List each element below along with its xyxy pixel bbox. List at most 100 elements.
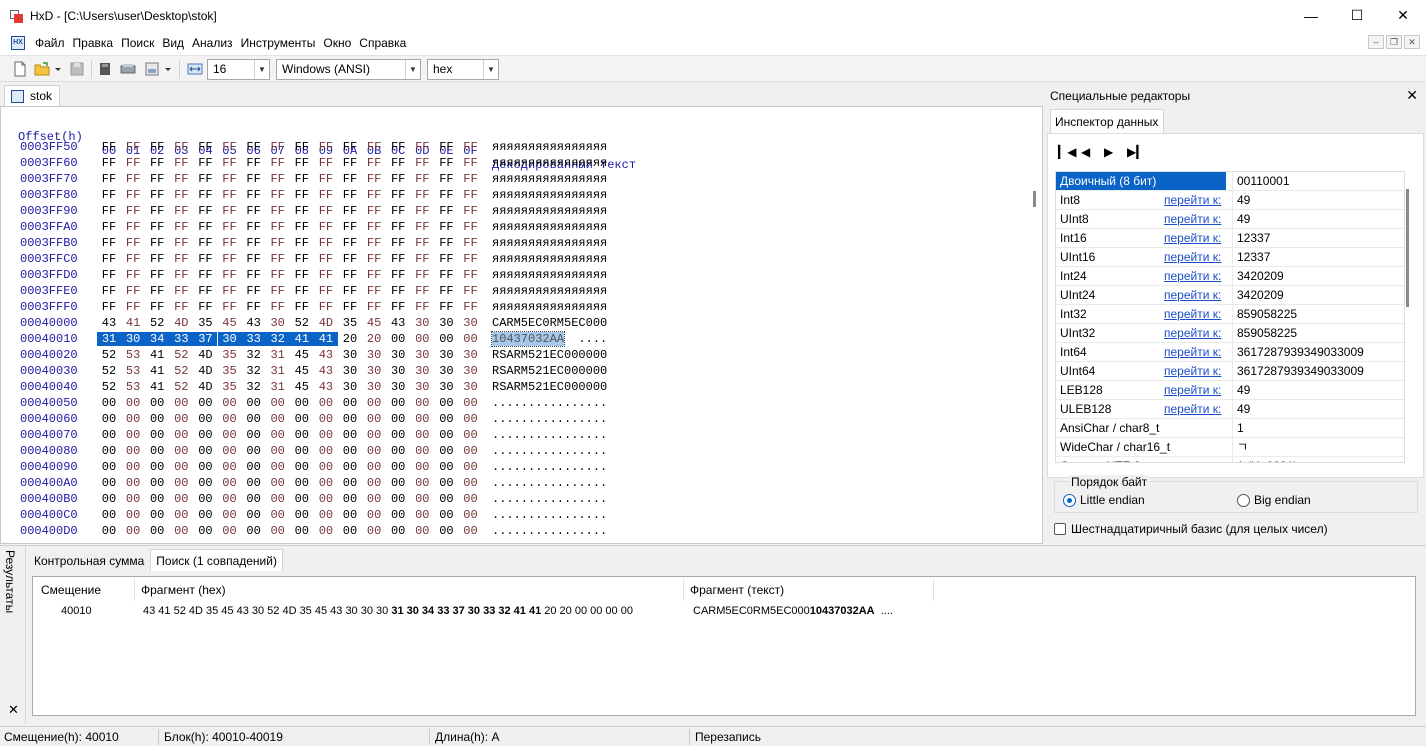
hex-byte[interactable]: 00 bbox=[293, 396, 311, 410]
inspector-value[interactable]: 49 bbox=[1232, 191, 1404, 209]
hex-byte[interactable]: 00 bbox=[148, 412, 166, 426]
hex-byte[interactable]: FF bbox=[100, 204, 118, 218]
hex-byte[interactable]: 00 bbox=[413, 508, 431, 522]
hex-byte[interactable]: FF bbox=[269, 268, 287, 282]
tab-search-results[interactable]: Поиск (1 совпадений) bbox=[150, 549, 283, 571]
goto-link[interactable]: перейти к: bbox=[1164, 381, 1221, 399]
inspector-value[interactable]: 49 bbox=[1232, 400, 1404, 418]
hex-byte[interactable]: FF bbox=[317, 172, 335, 186]
hex-byte[interactable]: FF bbox=[148, 204, 166, 218]
hex-byte[interactable]: FF bbox=[221, 140, 239, 154]
inspector-row[interactable]: UInt32 перейти к: 859058225 bbox=[1056, 324, 1404, 343]
open-ram-icon[interactable] bbox=[120, 61, 136, 77]
hex-byte[interactable]: 33 bbox=[169, 332, 194, 346]
hex-byte[interactable]: 31 bbox=[269, 348, 287, 362]
hex-byte[interactable]: 00 bbox=[148, 524, 166, 538]
hex-byte[interactable]: FF bbox=[269, 204, 287, 218]
hex-byte[interactable]: 20 bbox=[341, 332, 359, 346]
hex-byte[interactable]: FF bbox=[293, 300, 311, 314]
hex-byte[interactable]: 00 bbox=[389, 396, 407, 410]
hex-byte[interactable]: 00 bbox=[124, 412, 142, 426]
hex-byte[interactable]: 00 bbox=[462, 492, 480, 506]
hex-byte[interactable]: FF bbox=[389, 140, 407, 154]
disk-image-icon[interactable] bbox=[144, 61, 160, 77]
hex-byte[interactable]: 30 bbox=[121, 332, 146, 346]
menu-file[interactable]: Файл bbox=[31, 36, 69, 50]
hex-byte[interactable]: 41 bbox=[148, 348, 166, 362]
inspector-row[interactable]: Int16 перейти к: 12337 bbox=[1056, 229, 1404, 248]
hex-byte[interactable]: FF bbox=[172, 252, 190, 266]
hex-byte[interactable]: 00 bbox=[389, 492, 407, 506]
hex-byte[interactable]: FF bbox=[413, 252, 431, 266]
menu-window[interactable]: Окно bbox=[319, 36, 355, 50]
hex-byte[interactable]: FF bbox=[293, 140, 311, 154]
hex-byte[interactable]: 00 bbox=[293, 428, 311, 442]
hex-byte[interactable]: FF bbox=[341, 284, 359, 298]
hex-byte[interactable]: 00 bbox=[245, 444, 263, 458]
hex-byte[interactable]: 00 bbox=[245, 412, 263, 426]
hex-byte[interactable]: FF bbox=[462, 236, 480, 250]
hex-byte[interactable]: FF bbox=[462, 188, 480, 202]
inspector-value[interactable]: 1 (U+0031) bbox=[1232, 457, 1404, 462]
hex-byte[interactable]: 43 bbox=[245, 316, 263, 330]
hex-byte[interactable]: FF bbox=[317, 252, 335, 266]
hex-byte[interactable]: 43 bbox=[317, 364, 335, 378]
hex-byte[interactable]: 00 bbox=[317, 428, 335, 442]
hex-byte[interactable]: 00 bbox=[413, 460, 431, 474]
hex-byte[interactable]: 30 bbox=[365, 364, 383, 378]
hex-byte[interactable]: FF bbox=[413, 284, 431, 298]
hex-byte[interactable]: 30 bbox=[389, 364, 407, 378]
inspector-value[interactable]: 49 bbox=[1232, 210, 1404, 228]
hex-basis-checkbox[interactable]: Шестнадцатиричный базис (для целых чисел… bbox=[1054, 522, 1328, 536]
inspector-row[interactable]: Символ UTF-8 1 (U+0031) bbox=[1056, 457, 1404, 462]
hex-byte[interactable]: FF bbox=[245, 252, 263, 266]
hex-byte[interactable]: FF bbox=[365, 252, 383, 266]
inspector-row[interactable]: UInt16 перейти к: 12337 bbox=[1056, 248, 1404, 267]
decoded-text[interactable]: ................ bbox=[492, 492, 607, 506]
hex-byte[interactable]: FF bbox=[462, 220, 480, 234]
hex-byte[interactable]: FF bbox=[221, 188, 239, 202]
hex-byte[interactable]: FF bbox=[389, 268, 407, 282]
hex-byte[interactable]: 00 bbox=[245, 460, 263, 474]
hex-row[interactable]: 00040000 43 41 52 4D 35 45 43 30 52 4D 35 45 43 30 30 30… bbox=[1, 316, 1021, 332]
maximize-button[interactable]: ☐ bbox=[1334, 0, 1380, 31]
hex-byte[interactable]: 00 bbox=[148, 476, 166, 490]
hex-byte[interactable]: 00 bbox=[341, 476, 359, 490]
hex-byte[interactable]: 00 bbox=[221, 476, 239, 490]
scrollbar-thumb[interactable] bbox=[1406, 189, 1409, 307]
hex-byte[interactable]: 00 bbox=[172, 428, 190, 442]
hex-byte[interactable]: FF bbox=[148, 236, 166, 250]
open-folder-icon[interactable] bbox=[34, 61, 50, 77]
hex-byte[interactable]: 00 bbox=[317, 396, 335, 410]
close-button[interactable]: ✕ bbox=[1380, 0, 1426, 31]
hex-byte[interactable]: FF bbox=[389, 172, 407, 186]
little-endian-radio[interactable]: Little endian bbox=[1063, 493, 1145, 507]
hex-byte[interactable]: FF bbox=[100, 172, 118, 186]
hex-byte[interactable]: 00 bbox=[172, 492, 190, 506]
status-mode[interactable]: Перезапись bbox=[695, 730, 761, 744]
hex-row[interactable]: 0003FF90 FF FF FF FF FF FF FF FF FF FF FF FF FF FF FF FF… bbox=[1, 204, 1021, 220]
hex-byte[interactable]: FF bbox=[100, 188, 118, 202]
hex-byte[interactable]: 30 bbox=[389, 380, 407, 394]
hex-byte[interactable]: FF bbox=[462, 284, 480, 298]
hex-byte[interactable]: FF bbox=[462, 172, 480, 186]
hex-byte[interactable]: FF bbox=[365, 236, 383, 250]
hex-scrollbar[interactable] bbox=[1029, 107, 1042, 543]
column-hex-fragment[interactable]: Фрагмент (hex) bbox=[135, 579, 684, 601]
hex-byte[interactable]: 00 bbox=[245, 476, 263, 490]
decoded-text[interactable]: яяяяяяяяяяяяяяяя bbox=[492, 252, 607, 266]
hex-byte[interactable]: FF bbox=[148, 284, 166, 298]
last-byte-icon[interactable]: ▶▎ bbox=[1127, 145, 1145, 159]
hex-byte[interactable]: 30 bbox=[437, 380, 455, 394]
hex-byte[interactable]: 41 bbox=[124, 316, 142, 330]
hex-byte[interactable]: 43 bbox=[389, 316, 407, 330]
hex-byte[interactable]: 00 bbox=[365, 476, 383, 490]
decoded-text[interactable]: яяяяяяяяяяяяяяяя bbox=[492, 204, 607, 218]
hex-byte[interactable]: FF bbox=[269, 252, 287, 266]
hex-byte[interactable]: FF bbox=[365, 204, 383, 218]
hex-byte[interactable]: 00 bbox=[196, 396, 214, 410]
hex-row[interactable]: 00040090 00 00 00 00 00 00 00 00 00 00 00 00 00 00 00 00… bbox=[1, 460, 1021, 476]
hex-byte[interactable]: 00 bbox=[196, 460, 214, 474]
hex-byte[interactable]: 52 bbox=[172, 348, 190, 362]
hex-byte[interactable]: FF bbox=[462, 156, 480, 170]
